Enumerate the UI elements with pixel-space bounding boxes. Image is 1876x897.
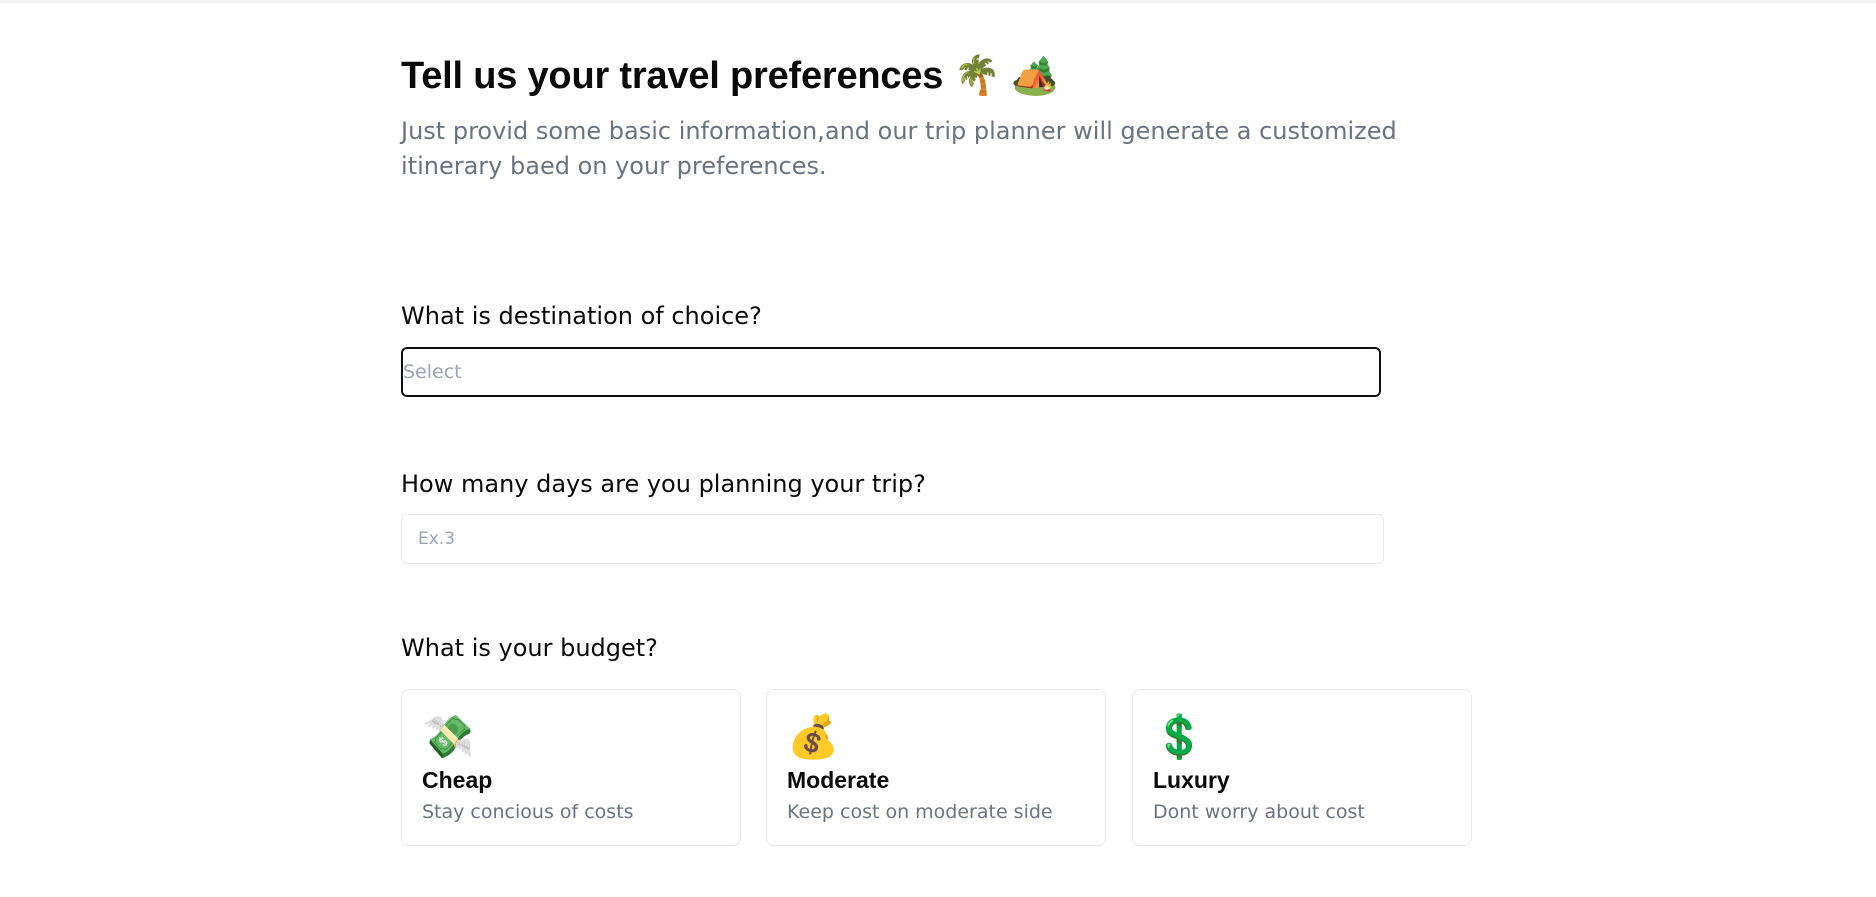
- budget-option-luxury[interactable]: 💲 Luxury Dont worry about cost: [1132, 689, 1472, 846]
- money-bag-icon: 💰: [787, 712, 840, 761]
- budget-option-moderate[interactable]: 💰 Moderate Keep cost on moderate side: [766, 689, 1106, 846]
- budget-option-title: Luxury: [1153, 767, 1230, 793]
- budget-option-description: Stay concious of costs: [422, 801, 634, 823]
- days-input[interactable]: [401, 514, 1384, 564]
- page-subtitle: Just provid some basic information,and o…: [401, 117, 1397, 180]
- page-title-text: Tell us your travel preferences: [401, 55, 944, 97]
- days-label: How many days are you planning your trip…: [401, 470, 926, 498]
- budget-option-cheap[interactable]: 💸 Cheap Stay concious of costs: [401, 689, 741, 846]
- dollar-sign-icon: 💲: [1153, 712, 1206, 761]
- budget-option-description: Keep cost on moderate side: [787, 801, 1053, 823]
- budget-option-title: Cheap: [422, 767, 493, 793]
- page-title: Tell us your travel preferences 🌴 🏕️: [401, 52, 1058, 100]
- money-with-wings-icon: 💸: [422, 712, 475, 761]
- top-divider: [0, 0, 1876, 3]
- destination-label: What is destination of choice?: [401, 302, 762, 330]
- budget-option-title: Moderate: [787, 767, 890, 793]
- palm-tree-camping-icon: 🌴 🏕️: [953, 55, 1059, 97]
- destination-placeholder: Select: [403, 361, 462, 383]
- budget-option-description: Dont worry about cost: [1153, 801, 1365, 823]
- budget-label: What is your budget?: [401, 634, 658, 662]
- destination-select[interactable]: Select: [401, 347, 1381, 397]
